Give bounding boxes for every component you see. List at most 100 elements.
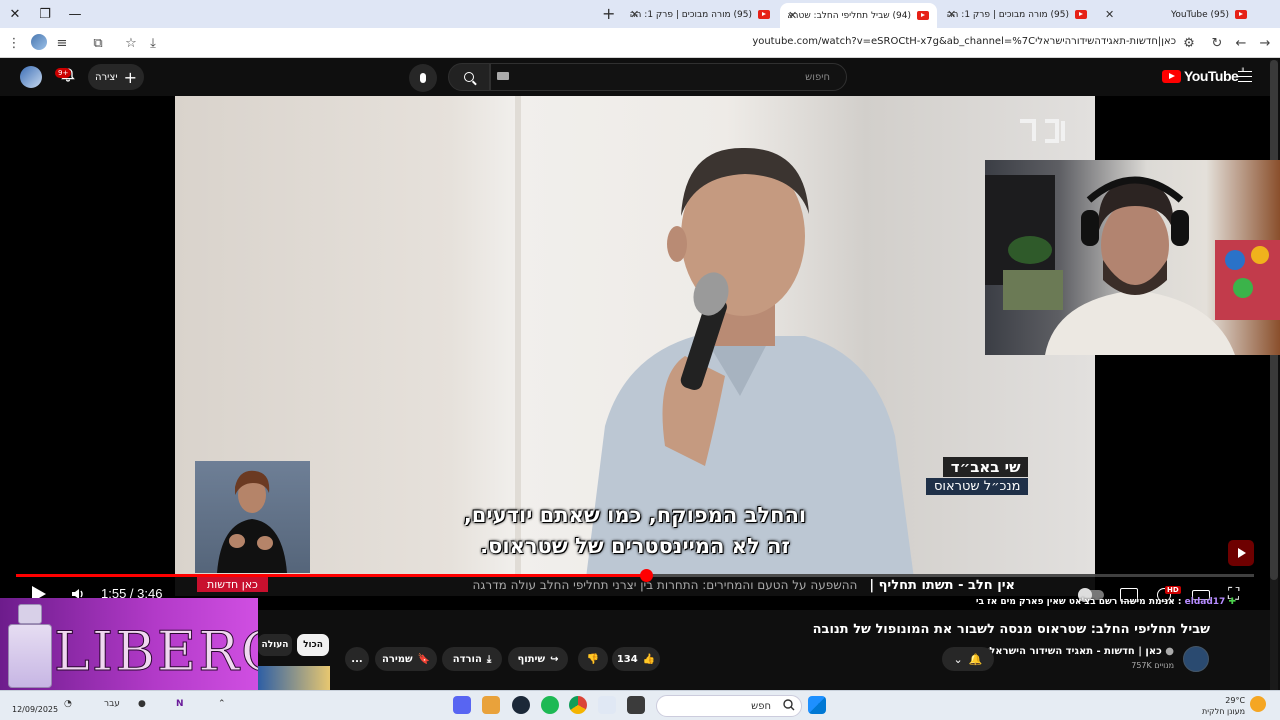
like-button[interactable]: 👍 134 [612, 647, 660, 671]
extensions-icon[interactable]: ⧉ [89, 34, 107, 52]
browser-tab[interactable]: (95) YouTube ✕ [1097, 3, 1255, 26]
youtube-favicon-icon [758, 10, 770, 19]
perfume-bottle [8, 624, 52, 688]
share-button[interactable]: ↪ שיתוף [508, 647, 568, 671]
close-tab-icon[interactable]: ✕ [630, 8, 639, 21]
news-ticker: אין חלב - תשתו תחליף | ההשפעה על הטעם וה… [175, 574, 1095, 596]
onenote-icon[interactable]: N [176, 699, 184, 709]
thumbs-down-icon: 👎 [586, 653, 600, 665]
install-app-icon[interactable]: ⤓ [144, 34, 162, 52]
browser-tab[interactable]: (95) מורה מבוכים | פרק 1: ההר ✕ [939, 3, 1095, 26]
perfume-cap [18, 604, 42, 624]
plus-icon: + [123, 67, 137, 87]
streamer-webcam [985, 160, 1280, 355]
close-tab-icon[interactable]: ✕ [1105, 8, 1114, 21]
video-subtitles: והחלב המפוקח, כמו שאתם יודעים, זה לא המי… [463, 503, 807, 558]
media-control-icon[interactable]: ≡ [53, 34, 71, 52]
spotify-icon[interactable] [541, 696, 559, 714]
chrome-icon[interactable] [569, 696, 587, 714]
close-tab-icon[interactable]: ✕ [947, 8, 956, 21]
browser-tab-active[interactable]: (94) שביל תחליפי החלב: שטראוס ✕ [780, 3, 937, 28]
chip-all[interactable]: הכול [297, 634, 329, 656]
youtube-favicon-icon [1235, 10, 1247, 19]
thumbs-up-icon: 👍 [642, 653, 656, 665]
account-avatar[interactable] [20, 66, 42, 88]
reload-icon[interactable]: ↻ [1208, 34, 1226, 52]
youtube-logo[interactable]: YouTube IL [1162, 68, 1246, 84]
browser-tab-strip: ✕ ❐ — + (95) מורה מבוכים | פרק 1: ההר ✕ … [0, 0, 1280, 28]
steam-icon[interactable] [512, 696, 530, 714]
chip-uploader[interactable]: העולה [258, 634, 292, 656]
wifi-icon[interactable]: ◔ [64, 699, 72, 709]
taskbar-search-icon[interactable] [782, 697, 800, 715]
bell-icon: 🔔 [968, 652, 983, 666]
ticker-brand: כאן חדשות [197, 577, 268, 592]
verified-icon: ● [1165, 646, 1174, 657]
tray-chevron-icon[interactable]: ⌃ [218, 699, 226, 709]
close-tab-icon[interactable]: ✕ [788, 9, 797, 22]
recommended-thumbnail[interactable] [258, 666, 330, 690]
browser-tab[interactable]: (95) מורה מבוכים | פרק 1: ההר ✕ [622, 3, 778, 26]
speaker-lower-third: שי באב״ד מנכ״ל שטראוס [926, 457, 1029, 495]
meta-icon[interactable] [598, 696, 616, 714]
weather-widget[interactable]: 29°C מעונן חלקית [1202, 695, 1245, 717]
search-button[interactable] [448, 63, 490, 91]
app-icon[interactable] [482, 696, 500, 714]
new-tab-button[interactable]: + [602, 4, 615, 23]
share-arrow-icon: ↪ [550, 653, 559, 665]
chat-badge-icon: ✚ [1228, 597, 1236, 607]
tray-app-icon[interactable]: ● [138, 699, 146, 709]
microphone-icon [420, 73, 426, 83]
voice-search-button[interactable] [409, 64, 437, 92]
subscriber-count: 757K מנויים [1131, 661, 1174, 670]
progress-bar[interactable] [16, 569, 1254, 582]
libero-ad-overlay[interactable]: LIBERO [0, 598, 258, 694]
save-button[interactable]: 🔖 שמירה [375, 647, 437, 671]
youtube-favicon-icon [917, 11, 929, 20]
dislike-button[interactable]: 👎 [578, 647, 608, 671]
hd-badge: HD [1165, 586, 1181, 594]
keyboard-icon[interactable] [497, 72, 509, 80]
url-field[interactable]: youtube.com/watch?v=eSROCtH-x7g&ab_chann… [752, 36, 1176, 47]
bookmark-star-icon[interactable]: ☆ [122, 34, 140, 52]
ad-brand-text: LIBERO [53, 620, 258, 684]
more-actions-button[interactable]: ... [345, 647, 369, 671]
forward-icon[interactable]: → [1256, 34, 1274, 52]
back-icon[interactable]: ← [1232, 34, 1250, 52]
ticker-headline: אין חלב - תשתו תחליף | [869, 577, 1015, 593]
minimize-window-icon[interactable]: — [64, 4, 86, 24]
restore-window-icon[interactable]: ❐ [34, 4, 56, 24]
search-input[interactable]: חיפוש [490, 63, 847, 91]
windows-start-icon[interactable] [808, 696, 826, 714]
related-video-overlay-icon[interactable] [1228, 540, 1254, 566]
language-indicator[interactable]: עבר [104, 699, 120, 709]
page-scrollbar[interactable] [1270, 60, 1278, 690]
kan11-logo-icon [1020, 119, 1065, 143]
youtube-favicon-icon [1075, 10, 1087, 19]
taskbar-search-input[interactable]: חפש [656, 695, 802, 717]
menu-dots-icon[interactable]: ⋮ [5, 34, 23, 52]
weather-sun-icon [1250, 696, 1266, 712]
download-button[interactable]: ⤓ הורדה [442, 647, 502, 671]
chat-message: ✚ eldad17 : אנימת מישהו רשם בצ'אט שאין פ… [975, 597, 1236, 607]
discord-icon[interactable] [453, 696, 471, 714]
youtube-header: 9+ + יצירה חיפוש YouTube IL [0, 58, 1280, 96]
channel-name[interactable]: ● כאן | חדשות - תאגיד השידור הישראלי [986, 646, 1174, 657]
file-explorer-icon[interactable] [627, 696, 645, 714]
ticker-text: ההשפעה על הטעם והמחירים: התחרות בין יצרנ… [472, 578, 858, 592]
profile-avatar[interactable] [31, 34, 47, 50]
windows-taskbar: 12/09/2025 ◔ עבר ● N ⌃ חפש 29°C מעונן חל… [0, 690, 1280, 720]
channel-avatar[interactable] [1183, 646, 1209, 672]
site-settings-icon[interactable]: ⚙ [1180, 34, 1198, 52]
chevron-down-icon: ⌄ [953, 652, 963, 666]
search-icon [464, 72, 474, 82]
address-bar: ⋮ ≡ ⧉ ☆ ⤓ youtube.com/watch?v=eSROCtH-x7… [0, 28, 1280, 58]
bookmark-icon: 🔖 [417, 653, 431, 665]
hamburger-menu-icon[interactable] [1238, 71, 1252, 82]
subscribed-bell-button[interactable]: ⌄ 🔔 [942, 647, 994, 671]
speaker-role: מנכ״ל שטראוס [926, 478, 1029, 495]
close-window-icon[interactable]: ✕ [4, 4, 26, 24]
download-icon: ⤓ [486, 653, 492, 665]
progress-fill [16, 574, 647, 577]
create-button[interactable]: + יצירה [88, 64, 144, 90]
